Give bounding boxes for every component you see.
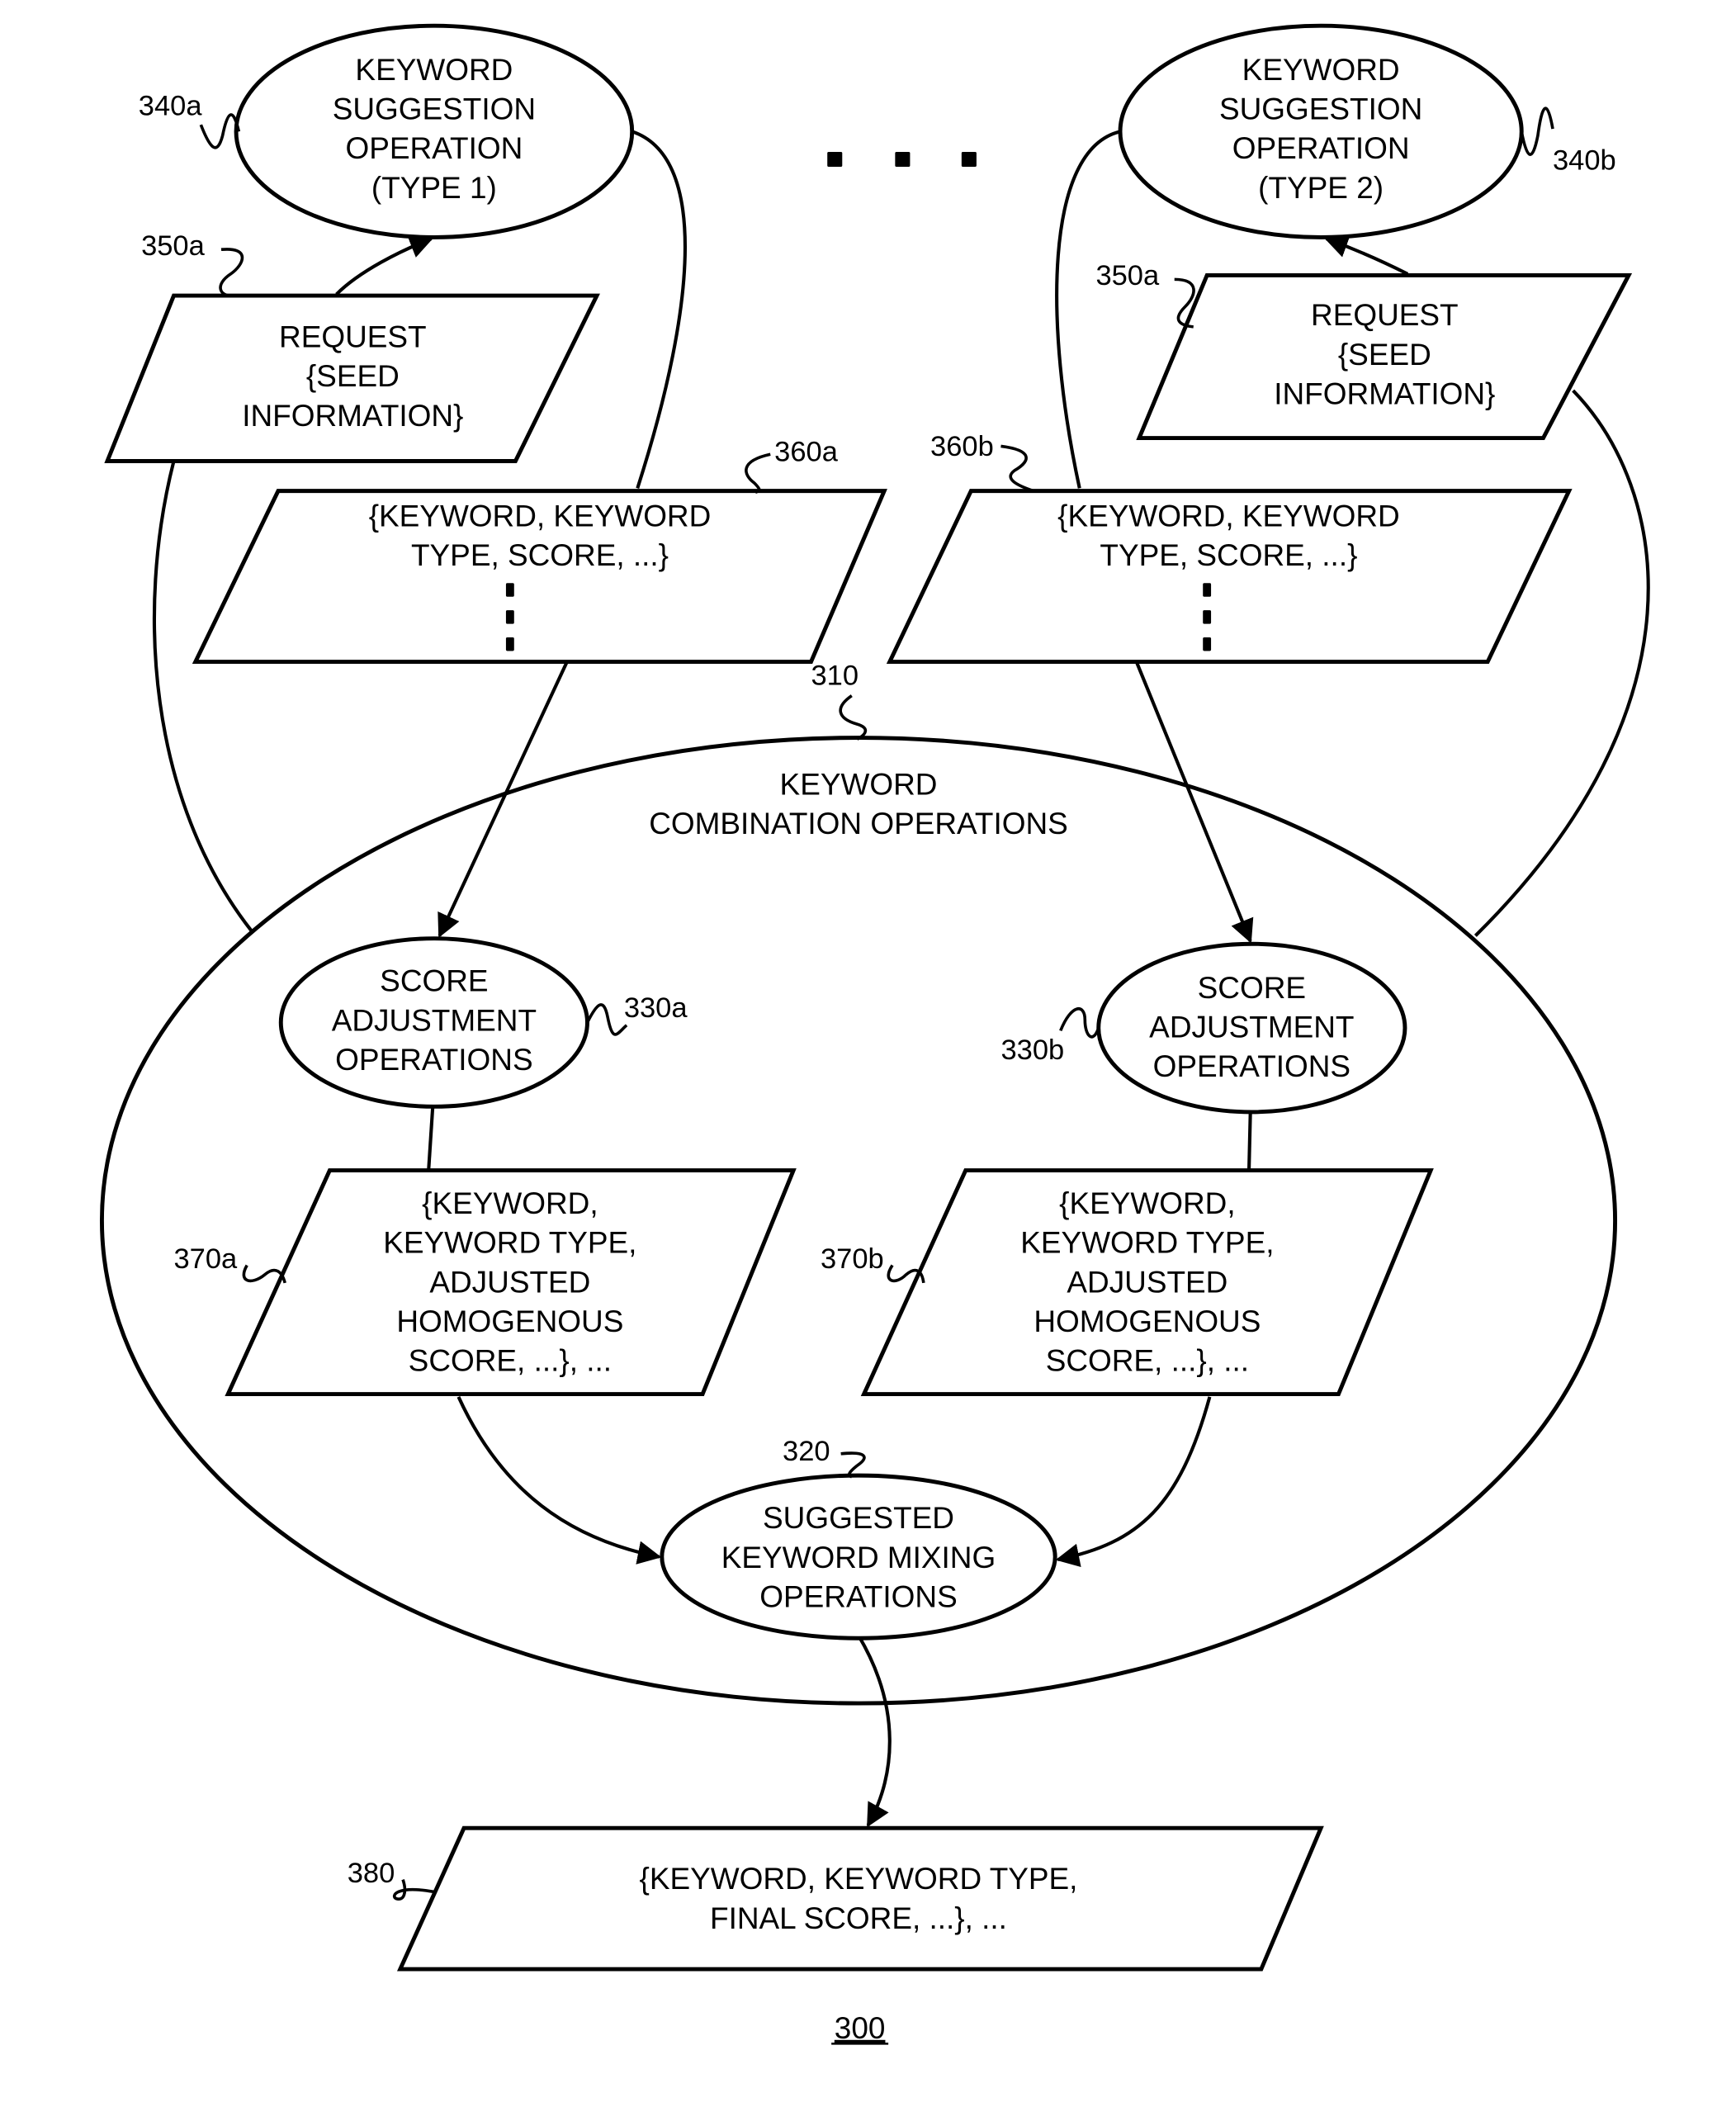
node-text: FINAL SCORE, ...}, ... [710, 1901, 1007, 1935]
node-text: INFORMATION} [1274, 376, 1495, 410]
connector-340a-to-310 [631, 130, 687, 489]
ref-label-370b: 370b [821, 1243, 884, 1275]
node-text: {KEYWORD, KEYWORD TYPE, [640, 1862, 1078, 1896]
ref-label-330b: 330b [1000, 1034, 1064, 1066]
node-text: OPERATION [345, 131, 523, 165]
keyword-suggestion-type1-node: KEYWORD SUGGESTION OPERATION (TYPE 1) [234, 23, 635, 239]
node-text: OPERATIONS [759, 1579, 957, 1613]
arrow-request-a-to-340a [335, 235, 434, 296]
ref-label-380: 380 [348, 1858, 395, 1889]
node-text: OPERATIONS [1153, 1049, 1350, 1083]
leader-360a [745, 452, 771, 494]
node-text: SCORE, ...}, ... [409, 1344, 612, 1378]
leader-340b [1520, 107, 1554, 156]
node-text: HOMOGENOUS [1034, 1304, 1261, 1338]
node-text: TYPE, SCORE, ...} [411, 538, 669, 572]
flow-diagram: KEYWORD SUGGESTION OPERATION (TYPE 1) 34… [99, 23, 1650, 2045]
ref-label-360a: 360a [774, 436, 839, 467]
request-seed-info-a: REQUEST {SEED INFORMATION} [104, 293, 600, 463]
combination-title: KEYWORD [780, 768, 938, 802]
arrow-320-to-380 [857, 1634, 892, 1828]
ref-label-350a: 350a [141, 230, 206, 262]
node-text: TYPE, SCORE, ...} [1100, 538, 1357, 572]
node-text: HOMOGENOUS [396, 1304, 623, 1338]
connector-350b-to-310 [1473, 389, 1650, 937]
leader-330b [1059, 1007, 1100, 1039]
connector-350a-to-310 [152, 460, 253, 932]
score-adjustment-b-node: SCORE ADJUSTMENT OPERATIONS [1096, 941, 1407, 1115]
leader-330a [585, 1003, 628, 1036]
ref-label-320: 320 [783, 1436, 830, 1467]
ref-label-330a: 330a [624, 992, 688, 1024]
node-text: (TYPE 2) [1258, 171, 1384, 205]
node-text: ADJUSTED [1067, 1265, 1227, 1299]
ref-label-360b: 360b [930, 431, 994, 462]
ref-label-310: 310 [811, 660, 859, 692]
node-text: REQUEST [1311, 298, 1459, 332]
node-text: ADJUSTED [429, 1265, 590, 1299]
node-text: {KEYWORD, KEYWORD [369, 499, 712, 533]
leader-310 [839, 694, 868, 741]
final-keyword-list-380: {KEYWORD, KEYWORD TYPE, FINAL SCORE, ...… [396, 1825, 1324, 1972]
arrow-360a-to-330a [438, 660, 569, 938]
node-text: OPERATIONS [335, 1043, 532, 1077]
leader-340a [199, 113, 241, 149]
node-text: SCORE [1198, 971, 1306, 1005]
request-seed-info-b: REQUEST {SEED INFORMATION} [1136, 272, 1633, 441]
keyword-list-360b: {KEYWORD, KEYWORD TYPE, SCORE, ...} [886, 489, 1573, 665]
line-330a-to-370a [427, 1106, 435, 1170]
node-text: SUGGESTED [763, 1501, 954, 1535]
ref-label-340b: 340b [1553, 144, 1616, 176]
node-text: OPERATION [1232, 131, 1410, 165]
node-text: (TYPE 1) [371, 171, 497, 205]
keyword-list-360a: {KEYWORD, KEYWORD TYPE, SCORE, ...} [192, 489, 887, 665]
node-text: KEYWORD [355, 53, 513, 87]
adjusted-list-370a: {KEYWORD, KEYWORD TYPE, ADJUSTED HOMOGEN… [225, 1168, 797, 1397]
keyword-mixing-node: SUGGESTED KEYWORD MIXING OPERATIONS [660, 1473, 1057, 1640]
ellipsis-more-operations [827, 151, 977, 168]
node-text: KEYWORD MIXING [721, 1541, 996, 1574]
ref-label-370a: 370a [173, 1243, 238, 1275]
node-text: SCORE [380, 964, 488, 998]
combination-title: COMBINATION OPERATIONS [649, 807, 1068, 840]
arrow-370a-to-320 [456, 1396, 662, 1565]
node-text: INFORMATION} [242, 399, 463, 433]
node-text: REQUEST [279, 320, 427, 354]
node-text: ADJUSTMENT [1149, 1011, 1354, 1044]
node-text: {KEYWORD, [422, 1186, 598, 1220]
score-adjustment-a-node: SCORE ADJUSTMENT OPERATIONS [278, 936, 589, 1109]
adjusted-list-370b: {KEYWORD, KEYWORD TYPE, ADJUSTED HOMOGEN… [860, 1168, 1434, 1397]
node-text: SCORE, ...}, ... [1046, 1344, 1249, 1378]
leader-360b [1000, 444, 1034, 493]
node-text: {SEED [306, 359, 400, 393]
leader-380 [392, 1879, 435, 1901]
ref-label-340a: 340a [139, 91, 203, 122]
node-text: KEYWORD [1242, 53, 1400, 87]
leader-350a [219, 248, 244, 297]
line-330b-to-370b [1247, 1111, 1252, 1169]
node-text: SUGGESTION [333, 92, 536, 126]
node-text: ADJUSTMENT [332, 1003, 537, 1037]
node-text: KEYWORD TYPE, [1020, 1226, 1274, 1260]
arrow-request-b-to-340b [1323, 234, 1409, 276]
node-text: {KEYWORD, KEYWORD [1057, 499, 1400, 533]
node-text: {KEYWORD, [1059, 1186, 1235, 1220]
node-text: {SEED [1338, 338, 1431, 372]
leader-320 [840, 1451, 866, 1479]
connector-340b-to-310 [1055, 130, 1121, 489]
figure-number: 300 [835, 2011, 886, 2045]
keyword-suggestion-type2-node: KEYWORD SUGGESTION OPERATION (TYPE 2) [1118, 23, 1524, 239]
ref-label-350a-right: 350a [1095, 260, 1160, 291]
node-text: SUGGESTION [1219, 92, 1422, 126]
node-text: KEYWORD TYPE, [383, 1226, 636, 1260]
arrow-370b-to-320 [1055, 1396, 1212, 1567]
